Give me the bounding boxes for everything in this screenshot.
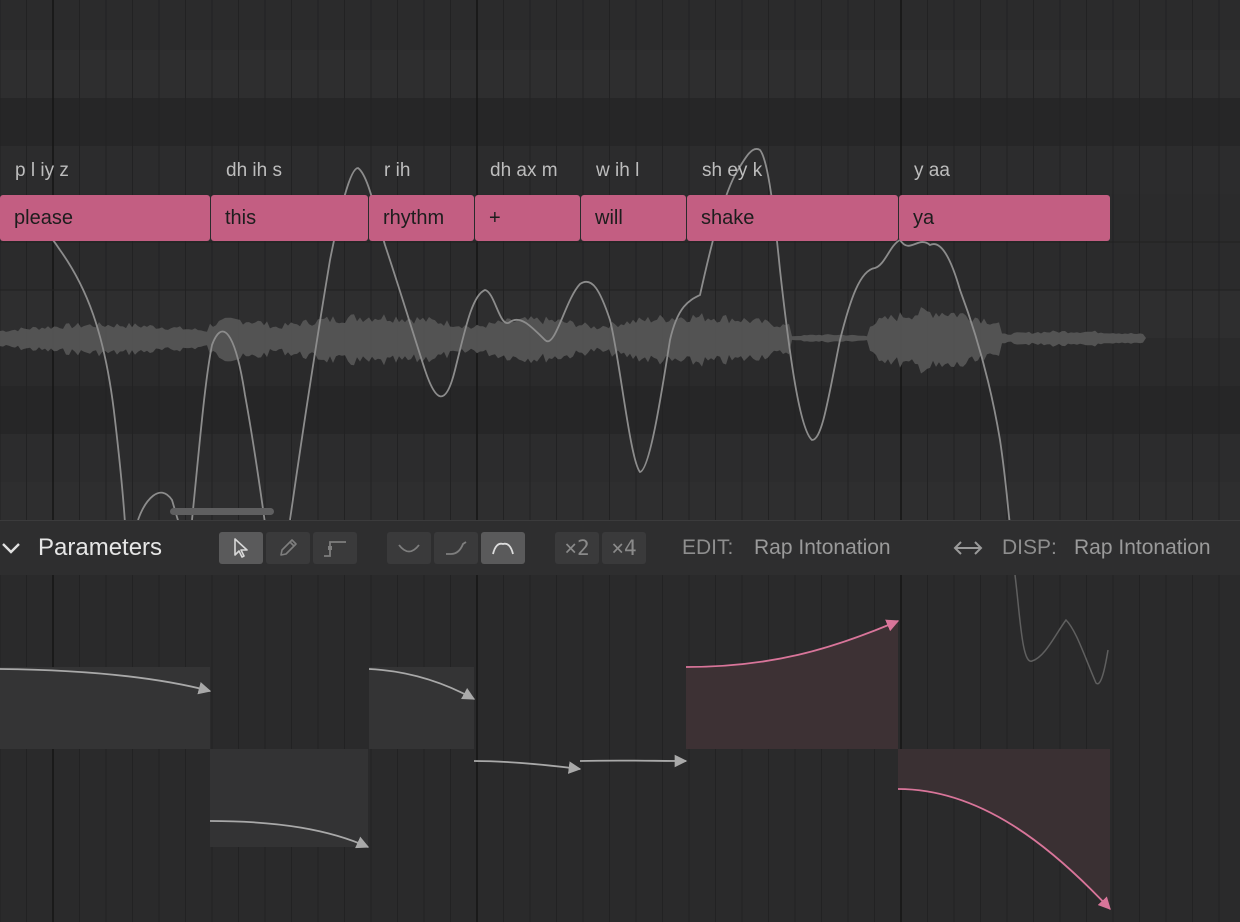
phoneme-label: r ih — [384, 160, 411, 181]
intonation-region — [210, 749, 368, 847]
phoneme-label: y aa — [914, 160, 950, 181]
note-block[interactable]: shake — [687, 195, 898, 241]
note-block[interactable]: this — [211, 195, 368, 241]
phoneme-label: dh ih s — [226, 160, 282, 181]
edit-parameter-select[interactable]: Rap Intonation — [754, 521, 891, 575]
panel-title: Parameters — [38, 534, 163, 561]
rise-curve-icon — [446, 541, 467, 555]
edit-label: EDIT: — [682, 536, 734, 559]
intonation-arrow[interactable] — [473, 760, 582, 774]
dip-curve-icon — [398, 544, 420, 553]
curve-dip-mode-button[interactable] — [387, 532, 431, 564]
phoneme-label: w ih l — [596, 160, 640, 181]
pitch-curve-overflow — [1014, 575, 1109, 685]
note-block[interactable]: will — [581, 195, 686, 241]
piano-roll-editor[interactable]: p l iy z dh ih s r ih dh ax m w ih l sh … — [0, 0, 1240, 520]
pointer-arrow-icon — [234, 538, 248, 558]
phoneme-label: sh ey k — [702, 160, 763, 181]
swap-arrows-icon[interactable] — [952, 535, 984, 561]
intonation-region-selected — [686, 621, 898, 749]
rap-intonation-shapes — [0, 575, 1111, 910]
line-tool-button[interactable] — [313, 532, 357, 564]
horizontal-scroll-handle[interactable] — [170, 508, 274, 515]
select-tool-button[interactable] — [219, 532, 263, 564]
parameters-graph[interactable] — [0, 575, 1240, 922]
note-block[interactable]: rhythm — [369, 195, 474, 241]
phoneme-label: p l iy z — [15, 160, 69, 181]
display-parameter-select[interactable]: Rap Intonation — [1074, 521, 1211, 575]
phoneme-label: dh ax m — [490, 160, 558, 181]
pencil-tool-button[interactable] — [266, 532, 310, 564]
intonation-region-selected — [898, 749, 1110, 909]
note-block[interactable]: please — [0, 195, 210, 241]
pencil-icon — [280, 539, 297, 556]
note-block[interactable]: ya — [899, 195, 1110, 241]
note-block[interactable]: + — [475, 195, 580, 241]
chevron-down-icon[interactable] — [0, 535, 22, 561]
line-step-icon — [324, 541, 346, 557]
multiply-4-button[interactable]: ×4 — [602, 532, 646, 564]
curve-arch-mode-button[interactable] — [481, 532, 525, 564]
pitch-waveform-layer — [0, 148, 1149, 520]
parameters-toolbar: Parameters ×2 ×4 EDIT: Rap Intonation DI… — [0, 520, 1240, 576]
curve-rise-mode-button[interactable] — [434, 532, 478, 564]
multiply-2-button[interactable]: ×2 — [555, 532, 599, 564]
intonation-region — [0, 667, 210, 749]
display-label: DISP: — [1002, 536, 1057, 559]
intonation-region — [369, 667, 474, 749]
arch-curve-icon — [492, 542, 514, 555]
